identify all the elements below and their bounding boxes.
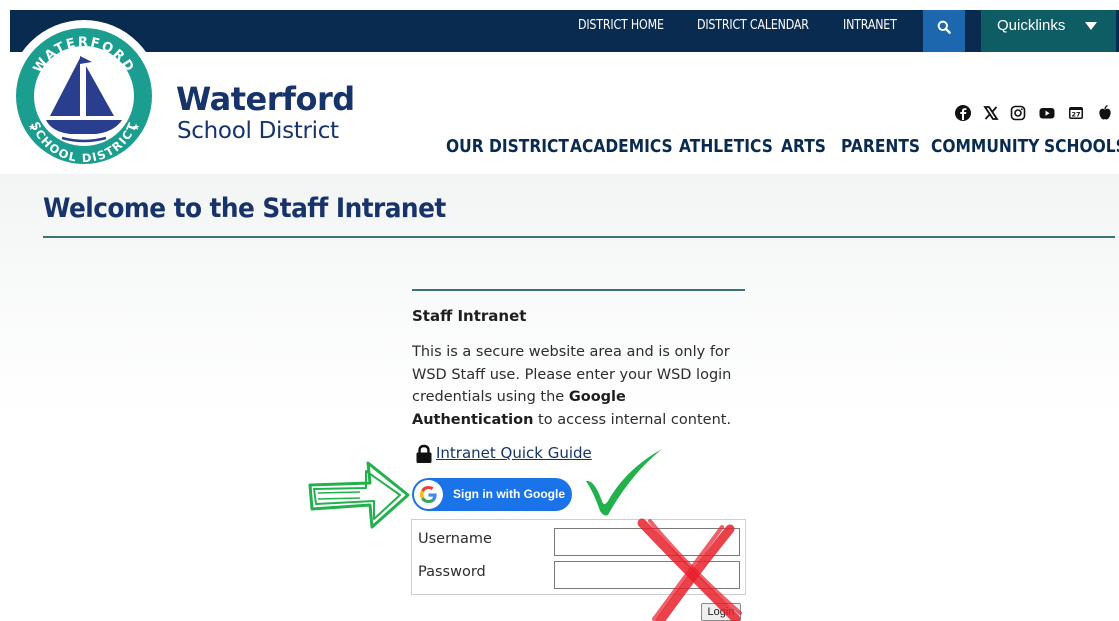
nav-our-district[interactable]: OUR DISTRICT [446, 136, 569, 157]
nav-academics[interactable]: ACADEMICS [570, 136, 673, 157]
password-label: Password [418, 564, 486, 580]
lock-icon [416, 444, 432, 463]
nav-schools[interactable]: SCHOOLS [1044, 136, 1119, 157]
login-form: Username Password [411, 519, 746, 595]
facebook-icon[interactable] [954, 104, 972, 122]
password-input[interactable] [554, 561, 740, 589]
nav-parents[interactable]: PARENTS [841, 136, 920, 157]
username-label: Username [418, 531, 492, 547]
panel-divider [412, 289, 745, 291]
sign-in-with-google-button[interactable]: Sign in with Google [412, 478, 572, 511]
district-logo[interactable]: WATERFORD SCHOOL DISTRICT ★ ★ [6, 16, 162, 176]
apple-icon[interactable] [1096, 104, 1114, 122]
youtube-icon[interactable] [1038, 104, 1056, 122]
intranet-link[interactable]: INTRANET [843, 10, 897, 52]
search-button[interactable] [923, 10, 965, 52]
quicklinks-label: Quicklinks [997, 17, 1066, 34]
panel-description: This is a secure website area and is onl… [412, 344, 732, 428]
nav-community[interactable]: COMMUNITY [931, 136, 1039, 157]
search-icon [937, 20, 951, 34]
svg-text:★: ★ [28, 122, 36, 132]
calendar-icon[interactable]: 27 [1067, 104, 1085, 122]
google-g-icon [420, 486, 437, 503]
instagram-icon[interactable] [1009, 104, 1027, 122]
x-twitter-icon[interactable] [982, 104, 1000, 122]
google-logo-badge [414, 480, 443, 509]
svg-text:★: ★ [132, 122, 140, 132]
sign-in-with-google-label: Sign in with Google [453, 487, 565, 501]
username-input[interactable] [554, 528, 740, 556]
title-divider [43, 236, 1115, 238]
page-title: Welcome to the Staff Intranet [43, 193, 446, 224]
brand-subtitle[interactable]: School District [177, 118, 339, 144]
district-home-link[interactable]: DISTRICT HOME [578, 10, 664, 52]
caret-down-icon [1085, 22, 1097, 30]
district-calendar-link[interactable]: DISTRICT CALENDAR [697, 10, 809, 52]
top-utility-bar: DISTRICT HOME DISTRICT CALENDAR INTRANET… [10, 10, 1119, 52]
panel-heading: Staff Intranet [412, 307, 527, 325]
brand-name[interactable]: Waterford [176, 80, 355, 118]
login-button[interactable]: Login [701, 603, 741, 621]
nav-arts[interactable]: ARTS [781, 136, 826, 157]
quicklinks-dropdown[interactable]: Quicklinks [981, 10, 1116, 52]
svg-text:27: 27 [1071, 111, 1080, 119]
nav-athletics[interactable]: ATHLETICS [679, 136, 773, 157]
intranet-quick-guide-link[interactable]: Intranet Quick Guide [436, 444, 592, 462]
